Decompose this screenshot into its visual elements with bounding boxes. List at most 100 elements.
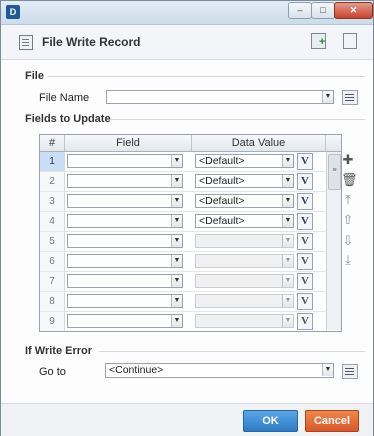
- file-section-label: File: [25, 70, 44, 82]
- field-dropdown[interactable]: ▼: [67, 314, 183, 328]
- table-row[interactable]: 8 ▼ ▼ V: [40, 292, 325, 312]
- field-dropdown[interactable]: ▼: [67, 294, 183, 308]
- data-value-dropdown: ▼: [195, 274, 294, 288]
- table-row[interactable]: 7 ▼ ▼ V: [40, 272, 325, 292]
- chevron-down-icon[interactable]: ▼: [171, 315, 182, 327]
- cancel-button[interactable]: Cancel: [305, 410, 359, 432]
- chevron-down-icon: ▼: [282, 315, 293, 327]
- file-name-dropdown[interactable]: ▼: [106, 90, 334, 104]
- data-value: <Default>: [199, 215, 245, 227]
- table-row[interactable]: 2 ▼ <Default> ▼ V: [40, 172, 325, 192]
- browse-table-icon[interactable]: [342, 90, 358, 105]
- chevron-down-icon[interactable]: ▼: [282, 215, 293, 227]
- variable-icon[interactable]: V: [297, 153, 313, 170]
- field-dropdown[interactable]: ▼: [67, 174, 183, 188]
- chevron-down-icon[interactable]: ▼: [171, 255, 182, 267]
- file-name-label: File Name: [39, 92, 90, 104]
- variable-icon[interactable]: V: [297, 253, 313, 270]
- close-button[interactable]: ✕: [334, 2, 373, 19]
- goto-picker-icon[interactable]: [342, 364, 358, 379]
- page-title: File Write Record: [42, 35, 141, 49]
- maximize-button[interactable]: □: [311, 2, 335, 19]
- chevron-down-icon[interactable]: ▼: [171, 215, 182, 227]
- field-dropdown[interactable]: ▼: [67, 274, 183, 288]
- column-header-field: Field: [65, 135, 192, 151]
- table-row[interactable]: 3 ▼ <Default> ▼ V: [40, 192, 325, 212]
- field-dropdown[interactable]: ▼: [67, 254, 183, 268]
- chevron-down-icon[interactable]: ▼: [171, 175, 182, 187]
- data-value: <Default>: [199, 175, 245, 187]
- dialog-header: File Write Record: [1, 25, 373, 60]
- delete-icon[interactable]: 🗑: [341, 173, 358, 187]
- variable-icon[interactable]: V: [297, 293, 313, 310]
- data-value-dropdown[interactable]: <Default> ▼: [195, 214, 294, 228]
- chevron-down-icon[interactable]: ▼: [282, 175, 293, 187]
- table-row[interactable]: 5 ▼ ▼ V: [40, 232, 325, 252]
- notes-icon[interactable]: [343, 33, 357, 49]
- row-number: 1: [40, 152, 65, 171]
- field-dropdown[interactable]: ▼: [67, 234, 183, 248]
- chevron-down-icon[interactable]: ▼: [282, 195, 293, 207]
- title-bar: D – □ ✕: [1, 1, 373, 25]
- chevron-down-icon[interactable]: ▼: [171, 295, 182, 307]
- chevron-down-icon[interactable]: ▼: [322, 364, 333, 376]
- scrollbar-thumb[interactable]: ≡: [328, 154, 341, 190]
- column-header-number: #: [40, 135, 65, 151]
- chevron-down-icon[interactable]: ▼: [171, 235, 182, 247]
- chevron-down-icon[interactable]: ▼: [322, 91, 333, 103]
- field-dropdown[interactable]: ▼: [67, 154, 183, 168]
- data-value-dropdown[interactable]: <Default> ▼: [195, 174, 294, 188]
- chevron-down-icon: ▼: [282, 235, 293, 247]
- row-number: 6: [40, 252, 65, 271]
- divider: [47, 76, 365, 77]
- data-value-dropdown[interactable]: <Default> ▼: [195, 194, 294, 208]
- vertical-scrollbar[interactable]: ≡: [326, 152, 341, 330]
- chevron-down-icon[interactable]: ▼: [282, 155, 293, 167]
- minimize-button[interactable]: –: [288, 2, 312, 19]
- table-row[interactable]: 6 ▼ ▼ V: [40, 252, 325, 272]
- table-row[interactable]: 1 ▼ <Default> ▼ V: [40, 152, 325, 172]
- table-row[interactable]: 4 ▼ <Default> ▼ V: [40, 212, 325, 232]
- column-header-data-value: Data Value: [192, 135, 326, 151]
- chevron-down-icon[interactable]: ▼: [171, 275, 182, 287]
- data-value-dropdown: ▼: [195, 294, 294, 308]
- move-top-icon[interactable]: ⤒: [341, 193, 355, 207]
- row-number: 3: [40, 192, 65, 211]
- table-row[interactable]: 9 ▼ ▼ V: [40, 312, 325, 331]
- row-number: 4: [40, 212, 65, 231]
- data-value: <Default>: [199, 155, 245, 167]
- field-dropdown[interactable]: ▼: [67, 194, 183, 208]
- variable-icon[interactable]: V: [297, 173, 313, 190]
- variable-icon[interactable]: V: [297, 233, 313, 250]
- row-number: 8: [40, 292, 65, 311]
- field-dropdown[interactable]: ▼: [67, 214, 183, 228]
- row-number: 7: [40, 272, 65, 291]
- move-down-icon[interactable]: ⇩: [341, 234, 355, 248]
- row-number: 2: [40, 172, 65, 191]
- variable-icon[interactable]: V: [297, 273, 313, 290]
- dialog-footer: OK Cancel: [1, 403, 373, 436]
- chevron-down-icon: ▼: [282, 275, 293, 287]
- divider: [111, 119, 365, 120]
- add-to-library-icon[interactable]: [311, 33, 326, 49]
- move-up-icon[interactable]: ⇧: [341, 213, 355, 227]
- move-bottom-icon[interactable]: ⤓: [341, 253, 355, 267]
- goto-label: Go to: [39, 366, 66, 378]
- chevron-down-icon[interactable]: ▼: [171, 195, 182, 207]
- row-number: 9: [40, 312, 65, 331]
- goto-dropdown[interactable]: <Continue> ▼: [105, 363, 334, 378]
- ok-button[interactable]: OK: [243, 410, 298, 432]
- data-value-dropdown: ▼: [195, 254, 294, 268]
- add-icon[interactable]: ✚: [341, 153, 355, 167]
- goto-value: <Continue>: [109, 364, 164, 376]
- chevron-down-icon[interactable]: ▼: [171, 155, 182, 167]
- fields-section-label: Fields to Update: [25, 113, 111, 125]
- variable-icon[interactable]: V: [297, 193, 313, 210]
- chevron-down-icon: ▼: [282, 255, 293, 267]
- variable-icon[interactable]: V: [297, 313, 313, 330]
- fields-grid: # Field Data Value 1 ▼ <Default> ▼ V 2 ▼ <Defau…: [39, 134, 342, 332]
- data-value-dropdown[interactable]: <Default> ▼: [195, 154, 294, 168]
- variable-icon[interactable]: V: [297, 213, 313, 230]
- row-number: 5: [40, 232, 65, 251]
- chevron-down-icon: ▼: [282, 295, 293, 307]
